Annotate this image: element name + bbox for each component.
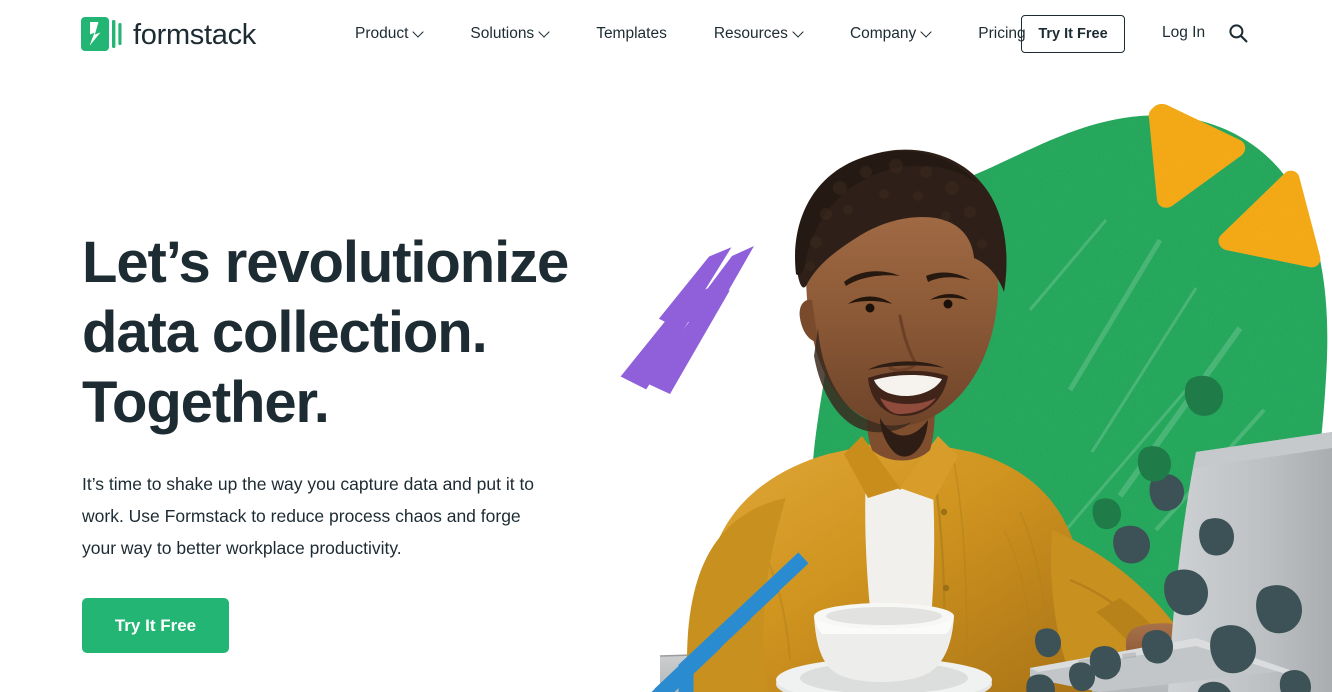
main-navigation: Product Solutions Templates Resources Co… — [355, 0, 1026, 68]
login-link[interactable]: Log In — [1162, 24, 1205, 42]
hero-illustration — [600, 60, 1332, 692]
brand-wordmark: formstack — [133, 18, 256, 51]
purple-double-slash-shape — [620, 246, 754, 394]
landing-page: formstack Product Solutions Templates Re… — [0, 0, 1332, 692]
chevron-down-icon — [794, 28, 803, 37]
nav-item-label: Pricing — [978, 25, 1026, 42]
nav-item-label: Templates — [596, 25, 667, 42]
header-try-it-free-button[interactable]: Try It Free — [1021, 15, 1125, 53]
hero-headline-line-1: Let’s revolutionize — [82, 230, 569, 295]
nav-item-resources[interactable]: Resources — [714, 17, 803, 51]
nav-item-label: Solutions — [470, 25, 535, 42]
hero-try-it-free-button[interactable]: Try It Free — [82, 598, 229, 653]
hero-headline: Let’s revolutionize data collection. Tog… — [82, 228, 582, 438]
nav-item-templates[interactable]: Templates — [596, 17, 667, 51]
nav-item-pricing[interactable]: Pricing — [978, 17, 1025, 51]
nav-item-product[interactable]: Product — [355, 17, 423, 51]
search-icon — [1228, 23, 1248, 46]
nav-item-label: Resources — [713, 25, 788, 42]
nav-item-label: Product — [355, 25, 409, 42]
chevron-down-icon — [414, 28, 423, 37]
hero-subtitle: It’s time to shake up the way you captur… — [82, 474, 535, 558]
site-header: formstack Product Solutions Templates Re… — [0, 0, 1332, 68]
chevron-down-icon — [922, 28, 931, 37]
hero-headline-line-2: data collection. — [82, 300, 488, 365]
nav-item-label: Company — [849, 25, 917, 42]
search-button[interactable] — [1224, 20, 1252, 48]
hero-headline-line-3: Together. — [82, 370, 330, 435]
nav-item-company[interactable]: Company — [850, 17, 931, 51]
brand-logo-link[interactable]: formstack — [81, 14, 256, 54]
nav-item-solutions[interactable]: Solutions — [470, 17, 549, 51]
chevron-down-icon — [540, 28, 549, 37]
formstack-bolt-logo-icon — [81, 16, 125, 52]
hero-content: Let’s revolutionize data collection. Tog… — [82, 228, 582, 653]
